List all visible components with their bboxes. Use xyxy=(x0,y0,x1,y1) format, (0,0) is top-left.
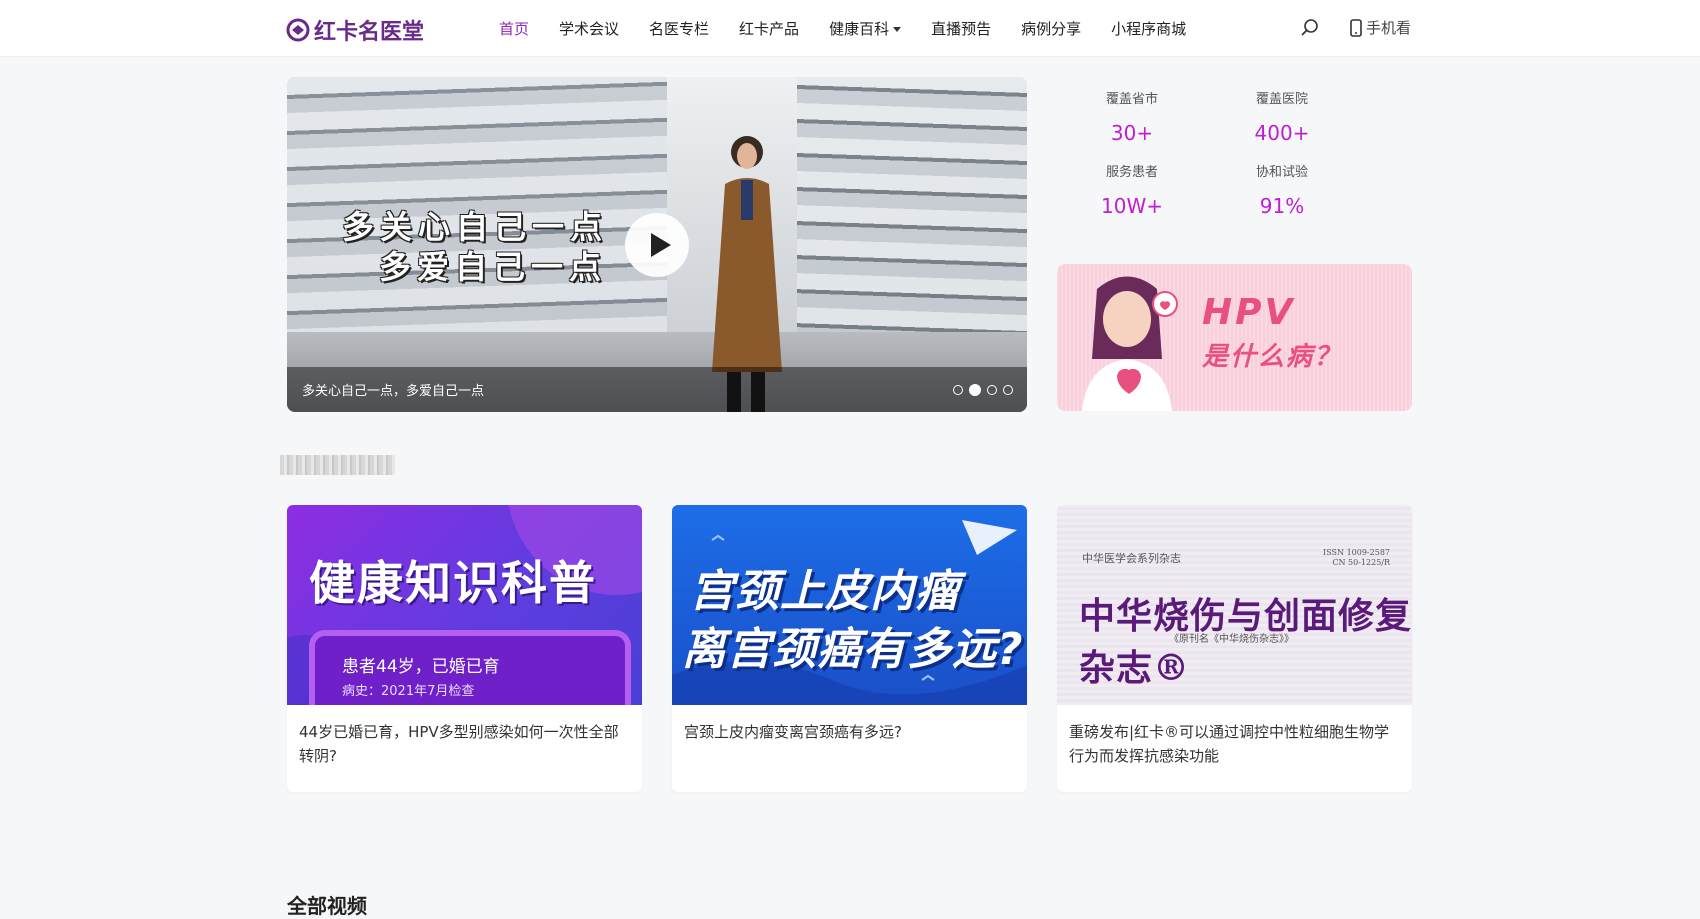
stat-hospitals: 覆盖医院 400+ xyxy=(1207,88,1357,145)
stat-provinces: 覆盖省市 30+ xyxy=(1057,88,1207,145)
stats-panel: 覆盖省市 30+ 覆盖医院 400+ 服务患者 10W+ 协和试验 91% xyxy=(1057,88,1413,238)
blurred-section-heading xyxy=(280,455,395,475)
stat-value: 30+ xyxy=(1110,121,1154,145)
nav-item-live[interactable]: 直播预告 xyxy=(931,18,991,39)
hpv-title: HPV xyxy=(1202,292,1296,333)
stat-trials: 协和试验 91% xyxy=(1207,161,1357,218)
top-navbar: 红卡名医堂 首页 学术会议 名医专栏 红卡产品 健康百科 直播预告 病例分享 小… xyxy=(0,0,1700,57)
hero-video[interactable]: 多关心自己一点 多爱自己一点 多关心自己一点，多爱自己一点 xyxy=(287,77,1027,412)
nav-item-home[interactable]: 首页 xyxy=(499,18,529,39)
nav-item-conference[interactable]: 学术会议 xyxy=(559,18,619,39)
stat-value: 10W+ xyxy=(1101,194,1163,218)
stat-label: 服务患者 xyxy=(1105,165,1158,180)
card-image-line-2: 离宫颈癌有多远? xyxy=(682,624,1024,675)
nav-item-health-wiki[interactable]: 健康百科 xyxy=(829,18,902,39)
section-title: 全部视频 xyxy=(287,894,367,918)
nav-item-products[interactable]: 红卡产品 xyxy=(739,18,799,39)
search-icon xyxy=(1301,19,1318,36)
carousel-dots xyxy=(947,384,1013,396)
search-button[interactable] xyxy=(1300,18,1320,42)
stat-value: 91% xyxy=(1259,194,1305,218)
card-image-line-2: 病史：2021年7月检查 xyxy=(342,684,475,699)
card-thumbnail: 健康知识科普 患者44岁，已婚已育 病史：2021年7月检查 xyxy=(287,505,642,705)
stat-value: 400+ xyxy=(1254,121,1310,145)
carousel-dot[interactable] xyxy=(987,385,997,395)
mobile-view-label: 手机看 xyxy=(1366,19,1412,37)
site-logo[interactable]: 红卡名医堂 xyxy=(286,14,424,46)
card-image-issn: ISSN 1009-2587 CN 50-1225/R xyxy=(1323,548,1390,568)
nav-item-mini-shop[interactable]: 小程序商城 xyxy=(1111,18,1186,39)
nav-item-doctor-column[interactable]: 名医专栏 xyxy=(649,18,709,39)
doctor-illustration xyxy=(1082,276,1178,411)
card-title: 重磅发布|红卡®可以通过调控中性粒细胞生物学行为而发挥抗感染功能 xyxy=(1069,723,1390,765)
article-card[interactable]: 宫颈上皮内瘤 离宫颈癌有多远? 宫颈上皮内瘤变离宫颈癌有多远? xyxy=(672,505,1027,792)
play-icon[interactable] xyxy=(625,213,689,277)
card-image-original-name: 《原刊名《中华烧伤杂志》》 xyxy=(1169,634,1294,645)
hpv-subtitle: 是什么病？ xyxy=(1202,342,1343,372)
article-card[interactable]: 中华医学会系列杂志 ISSN 1009-2587 CN 50-1225/R 中华… xyxy=(1057,505,1412,792)
hpv-banner[interactable]: HPV 是什么病？ xyxy=(1057,264,1412,411)
cn-line: CN 50-1225/R xyxy=(1332,558,1390,567)
card-thumbnail: 宫颈上皮内瘤 离宫颈癌有多远? xyxy=(672,505,1027,705)
card-title: 44岁已婚已育，HPV多型别感染如何一次性全部转阴? xyxy=(299,723,619,765)
phone-icon xyxy=(1350,18,1362,37)
carousel-dot-active[interactable] xyxy=(969,384,981,396)
card-image-line-1: 患者44岁，已婚已育 xyxy=(342,657,500,677)
hero-caption: 多关心自己一点，多爱自己一点 xyxy=(302,384,485,399)
article-card[interactable]: 健康知识科普 患者44岁，已婚已育 病史：2021年7月检查 44岁已婚已育，H… xyxy=(287,505,642,792)
issn-line: ISSN 1009-2587 xyxy=(1323,548,1390,557)
card-image-headline: 健康知识科普 xyxy=(309,556,597,610)
card-image-journal-series: 中华医学会系列杂志 xyxy=(1082,552,1181,565)
carousel-dot[interactable] xyxy=(1003,385,1013,395)
carousel-dot[interactable] xyxy=(953,385,963,395)
nav-item-cases[interactable]: 病例分享 xyxy=(1021,18,1081,39)
hero-overlay-line-2: 多爱自己一点 xyxy=(379,248,608,286)
stat-patients: 服务患者 10W+ xyxy=(1057,161,1207,218)
logo-text: 红卡名医堂 xyxy=(314,19,425,45)
logo-icon xyxy=(286,18,310,42)
card-thumbnail: 中华医学会系列杂志 ISSN 1009-2587 CN 50-1225/R 中华… xyxy=(1057,505,1412,705)
chevron-down-icon xyxy=(893,26,902,32)
card-title: 宫颈上皮内瘤变离宫颈癌有多远? xyxy=(684,723,902,741)
mobile-view-link[interactable]: 手机看 xyxy=(1350,17,1411,38)
nav-item-health-wiki-label: 健康百科 xyxy=(829,19,890,38)
card-image-line-1: 宫颈上皮内瘤 xyxy=(690,566,960,617)
stat-label: 协和试验 xyxy=(1255,165,1308,180)
stat-label: 覆盖省市 xyxy=(1105,92,1158,107)
main-nav: 首页 学术会议 名医专栏 红卡产品 健康百科 直播预告 病例分享 小程序商城 xyxy=(499,0,1216,56)
stat-label: 覆盖医院 xyxy=(1255,92,1308,107)
